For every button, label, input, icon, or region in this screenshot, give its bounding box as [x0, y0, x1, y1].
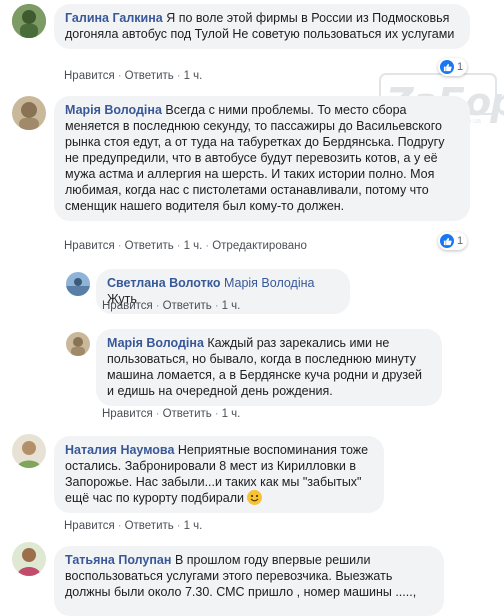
reply-link[interactable]: Ответить: [125, 520, 174, 532]
comment-text: Всегда с ними проблемы. То место сбора м…: [65, 103, 445, 213]
avatar-photo-icon: [66, 332, 90, 356]
avatar-photo-icon: [12, 434, 46, 468]
reply-link[interactable]: Ответить: [125, 70, 174, 82]
reply-link[interactable]: Ответить: [163, 300, 212, 312]
timestamp[interactable]: 1 ч.: [222, 300, 241, 312]
avatar[interactable]: [66, 332, 90, 356]
comment-author[interactable]: Марія Володіна: [65, 103, 162, 117]
avatar[interactable]: [66, 272, 90, 296]
like-link[interactable]: Нравится: [102, 300, 153, 312]
like-icon: [440, 60, 454, 74]
timestamp[interactable]: 1 ч.: [184, 70, 203, 82]
comment-author[interactable]: Светлана Волотко: [107, 276, 220, 290]
comment-actions: Нравится · Ответить · 1 ч.: [102, 408, 241, 420]
comment-actions: Нравится · Ответить · 1 ч.: [64, 70, 203, 82]
like-link[interactable]: Нравится: [64, 70, 115, 82]
like-link[interactable]: Нравится: [64, 520, 115, 532]
comment-author[interactable]: Галина Галкина: [65, 11, 163, 25]
avatar[interactable]: [12, 542, 46, 576]
comment-actions: Нравится · Ответить · 1 ч.: [64, 520, 203, 532]
mention-link[interactable]: Марія Володіна: [224, 276, 315, 290]
like-link[interactable]: Нравится: [102, 408, 153, 420]
avatar[interactable]: [12, 4, 46, 38]
comment-author[interactable]: Наталия Наумова: [65, 443, 174, 457]
avatar-photo-icon: [12, 542, 46, 576]
comment-bubble: Татьяна Полупан В прошлом году впервые р…: [54, 546, 444, 616]
avatar-photo-icon: [12, 4, 46, 38]
reply-link[interactable]: Ответить: [125, 240, 174, 252]
comment-bubble: Марія Володіна Всегда с ними проблемы. Т…: [54, 96, 470, 221]
avatar[interactable]: [12, 434, 46, 468]
comment-bubble: Наталия Наумова Неприятные воспоминания …: [54, 436, 384, 513]
timestamp[interactable]: 1 ч.: [184, 240, 203, 252]
like-icon: [440, 234, 454, 248]
avatar-photo-icon: [12, 96, 46, 130]
edited-label[interactable]: Отредактировано: [212, 240, 307, 252]
comment-author[interactable]: Татьяна Полупан: [65, 553, 171, 567]
timestamp[interactable]: 1 ч.: [222, 408, 241, 420]
smile-emoji-icon: [247, 490, 263, 505]
like-link[interactable]: Нравится: [64, 240, 115, 252]
reaction-count[interactable]: 1: [438, 58, 468, 76]
comment-actions: Нравится · Ответить · 1 ч. · Отредактировано: [64, 240, 307, 252]
comment-bubble: Галина Галкина Я по воле этой фирмы в Ро…: [54, 4, 470, 49]
comment-author[interactable]: Марія Володіна: [107, 336, 204, 350]
avatar-photo-icon: [66, 272, 90, 296]
avatar[interactable]: [12, 96, 46, 130]
timestamp[interactable]: 1 ч.: [184, 520, 203, 532]
comment-actions: Нравится · Ответить · 1 ч.: [102, 300, 241, 312]
reaction-count[interactable]: 1: [438, 232, 468, 250]
comment-bubble: Марія Володіна Каждый раз зарекались ими…: [96, 329, 442, 406]
reply-link[interactable]: Ответить: [163, 408, 212, 420]
